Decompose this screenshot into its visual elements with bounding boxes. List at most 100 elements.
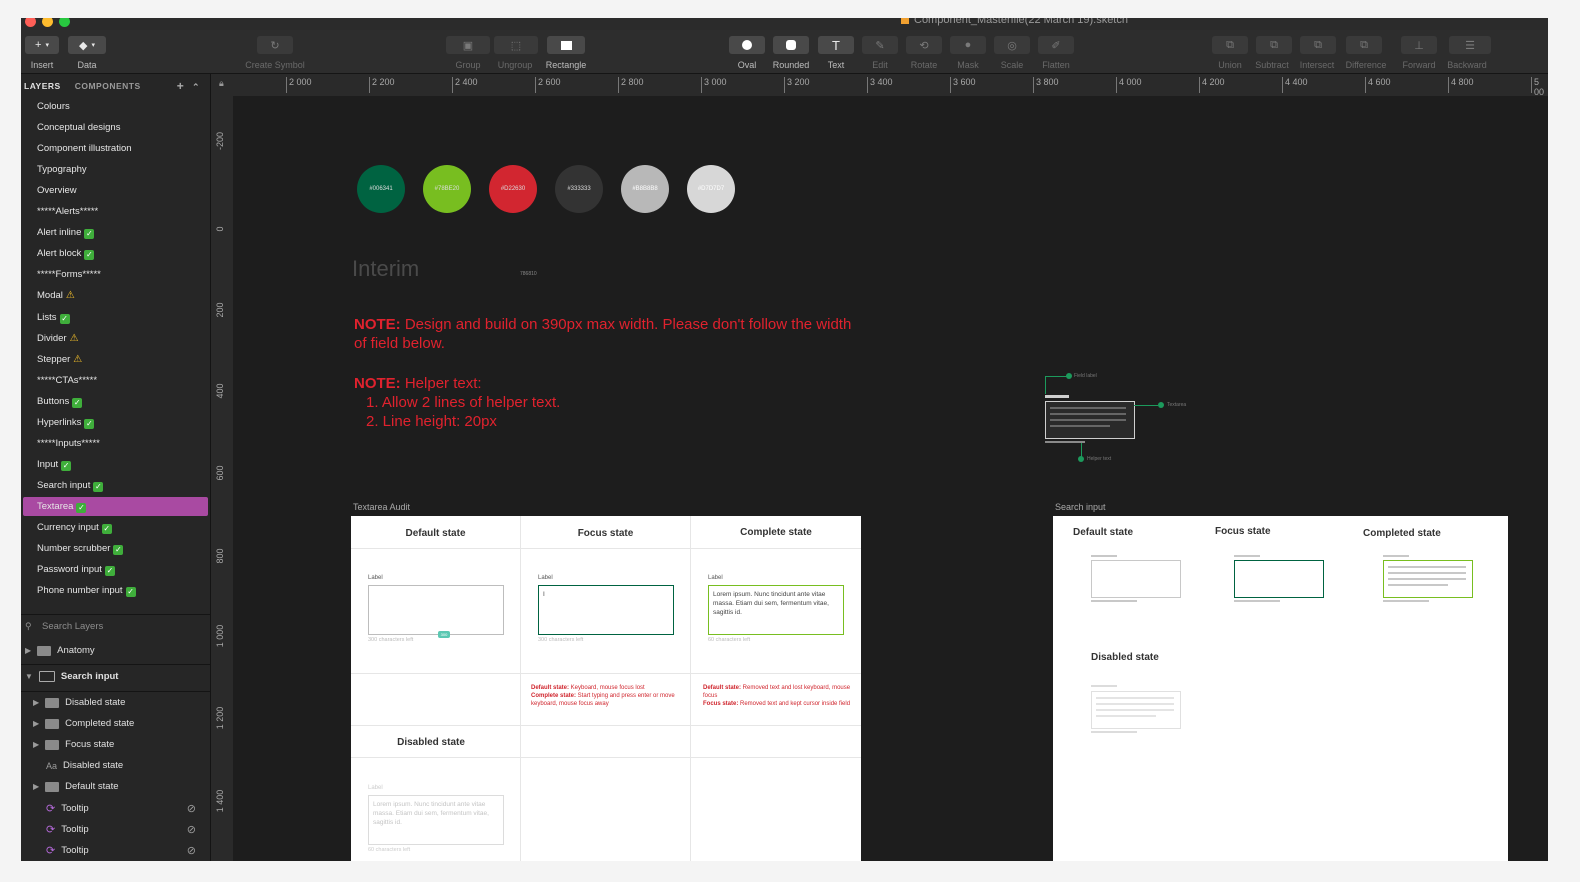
disclosure-right-icon[interactable]: ▶: [33, 719, 39, 728]
sidebar-page-item[interactable]: *****Forms*****: [37, 269, 101, 280]
sidebar-page-item[interactable]: Buttons ✓: [37, 396, 83, 408]
artboard-textarea-audit[interactable]: Default state Focus state Complete state…: [351, 516, 861, 861]
tab-components[interactable]: COMPONENTS: [75, 81, 141, 91]
mask-button[interactable]: ●: [950, 36, 986, 54]
tree-item-tooltip[interactable]: ⟳ Tooltip ⊘: [46, 844, 206, 857]
sidebar-page-item[interactable]: Search input ✓: [37, 480, 104, 492]
collapse-icon[interactable]: ⌃: [192, 82, 200, 92]
artboard-label-search-input[interactable]: Search input: [1055, 502, 1106, 512]
sidebar-page-item[interactable]: Overview: [37, 185, 77, 196]
grid-divider: [351, 757, 861, 758]
group-button[interactable]: ▣: [446, 36, 490, 54]
colour-swatch[interactable]: #D7D7D7: [687, 165, 735, 213]
search-input-default[interactable]: [1091, 560, 1181, 598]
lock-icon[interactable]: 🔒︎: [219, 78, 224, 89]
data-button[interactable]: ◆ ▾: [68, 36, 106, 54]
sidebar-page-item[interactable]: Colours: [37, 101, 70, 112]
colour-swatch[interactable]: #006341: [357, 165, 405, 213]
backward-button[interactable]: ☰: [1449, 36, 1491, 54]
tree-item-tooltip[interactable]: ⟳ Tooltip ⊘: [46, 802, 206, 815]
sidebar-page-item[interactable]: Divider ⚠: [37, 333, 79, 344]
tree-item-search-input[interactable]: ▼ Search input: [25, 671, 118, 682]
sidebar-page-item[interactable]: Typography: [37, 164, 87, 175]
sidebar-page-item[interactable]: Lists ✓: [37, 312, 70, 324]
hidden-eye-icon[interactable]: ⊘: [187, 844, 196, 857]
vertical-ruler[interactable]: -200 0 200 400 600 800 1 000 1 200 1 400: [211, 96, 234, 861]
colour-swatch[interactable]: #B8B8B8: [621, 165, 669, 213]
sidebar-page-item[interactable]: *****Alerts*****: [37, 206, 98, 217]
add-page-icon[interactable]: +: [177, 79, 185, 93]
rounded-button[interactable]: [773, 36, 809, 54]
textarea-focus[interactable]: I: [538, 585, 674, 635]
sidebar-page-item[interactable]: Stepper ⚠: [37, 354, 82, 365]
scale-button[interactable]: ◎: [994, 36, 1030, 54]
edit-button[interactable]: ✎: [862, 36, 898, 54]
tab-layers[interactable]: LAYERS: [24, 81, 61, 91]
canvas[interactable]: #006341 #78BE20 #D22630 #333333 #B8B8B8 #D7D7…: [233, 96, 1548, 861]
intersect-button[interactable]: ⧉: [1300, 36, 1336, 54]
toolbar: + ▾ Insert ◆ ▾ Data ↻ Create Symbol ▣ Grou…: [21, 30, 1548, 74]
tree-item-default-state[interactable]: ▶ Default state: [33, 781, 119, 792]
colour-swatch[interactable]: #333333: [555, 165, 603, 213]
sidebar-page-item[interactable]: Number scrubber ✓: [37, 543, 124, 555]
minimize-window-button[interactable]: [42, 18, 53, 27]
sidebar-page-item[interactable]: Phone number input ✓: [37, 585, 136, 597]
insert-button[interactable]: + ▾: [25, 36, 59, 54]
sidebar-page-item[interactable]: Component illustration: [37, 143, 132, 154]
sidebar-page-item[interactable]: *****Inputs*****: [37, 438, 100, 449]
search-layers[interactable]: ⚲ Search Layers: [21, 614, 210, 639]
anatomy-diagram[interactable]: Field label Textarea Helper text: [1045, 368, 1195, 468]
colour-swatch[interactable]: #D22630: [489, 165, 537, 213]
artboard-label-textarea-audit[interactable]: Textarea Audit: [353, 502, 410, 512]
create-symbol-button[interactable]: ↻: [257, 36, 293, 54]
disclosure-right-icon[interactable]: ▶: [33, 782, 39, 791]
rectangle-button[interactable]: [547, 36, 585, 54]
sidebar-page-item[interactable]: *****CTAs*****: [37, 375, 97, 386]
symbol-icon: ↻: [270, 39, 280, 52]
search-input-focus[interactable]: [1234, 560, 1324, 598]
tree-item-disabled-state[interactable]: ▶ Disabled state: [33, 697, 125, 708]
horizontal-ruler[interactable]: 🔒︎ 2 000 2 200 2 400 2 600 2 800 3 000 3 200 3 …: [211, 74, 1548, 97]
text-placeholder-line: [1096, 697, 1174, 699]
sidebar-page-item[interactable]: Input ✓: [37, 459, 72, 471]
ruler-tick-label: 3 000: [701, 77, 727, 93]
tree-item-completed-state[interactable]: ▶ Completed state: [33, 718, 134, 729]
sidebar-page-item[interactable]: Conceptual designs: [37, 122, 120, 133]
ungroup-button[interactable]: ⬚: [494, 36, 538, 54]
sidebar-page-item[interactable]: Alert inline ✓: [37, 227, 95, 239]
tree-item-focus-state[interactable]: ▶ Focus state: [33, 739, 114, 750]
sidebar-page-item[interactable]: Alert block ✓: [37, 248, 95, 260]
sidebar-page-item[interactable]: Currency input ✓: [37, 522, 112, 534]
subtract-button[interactable]: ⧉: [1256, 36, 1292, 54]
sidebar-page-item[interactable]: Password input ✓: [37, 564, 115, 576]
rotate-button[interactable]: ⟲: [906, 36, 942, 54]
textarea-default[interactable]: [368, 585, 504, 635]
flatten-button[interactable]: ✐: [1038, 36, 1074, 54]
textarea-complete[interactable]: Lorem ipsum. Nunc tincidunt ante vitae m…: [708, 585, 844, 635]
disclosure-right-icon[interactable]: ▶: [33, 698, 39, 707]
tree-item-disabled-state-text[interactable]: Aa Disabled state: [46, 760, 123, 771]
disclosure-down-icon[interactable]: ▼: [25, 672, 33, 681]
sidebar-page-item[interactable]: Textarea ✓: [37, 501, 87, 513]
oval-button[interactable]: [729, 36, 765, 54]
anatomy-line: [1050, 425, 1110, 427]
union-button[interactable]: ⧉: [1212, 36, 1248, 54]
text-button[interactable]: T: [818, 36, 854, 54]
artboard-search-input[interactable]: Default state Focus state Completed stat…: [1053, 516, 1508, 861]
colour-swatch[interactable]: #78BE20: [423, 165, 471, 213]
sidebar-page-item[interactable]: Modal ⚠: [37, 290, 75, 301]
forward-button[interactable]: ⊥: [1401, 36, 1437, 54]
tree-item-anatomy[interactable]: ▶ Anatomy: [25, 645, 95, 656]
tree-item-tooltip[interactable]: ⟳ Tooltip ⊘: [46, 823, 206, 836]
union-label: Union: [1218, 60, 1242, 70]
disclosure-right-icon[interactable]: ▶: [25, 646, 31, 655]
character-counter: 60 characters left: [368, 847, 411, 853]
hidden-eye-icon[interactable]: ⊘: [187, 823, 196, 836]
difference-button[interactable]: ⧉: [1346, 36, 1382, 54]
close-window-button[interactable]: [25, 18, 36, 27]
sidebar-page-item[interactable]: Hyperlinks ✓: [37, 417, 95, 429]
disclosure-right-icon[interactable]: ▶: [33, 740, 39, 749]
hidden-eye-icon[interactable]: ⊘: [187, 802, 196, 815]
zoom-window-button[interactable]: [59, 18, 70, 27]
search-input-completed[interactable]: [1383, 560, 1473, 598]
